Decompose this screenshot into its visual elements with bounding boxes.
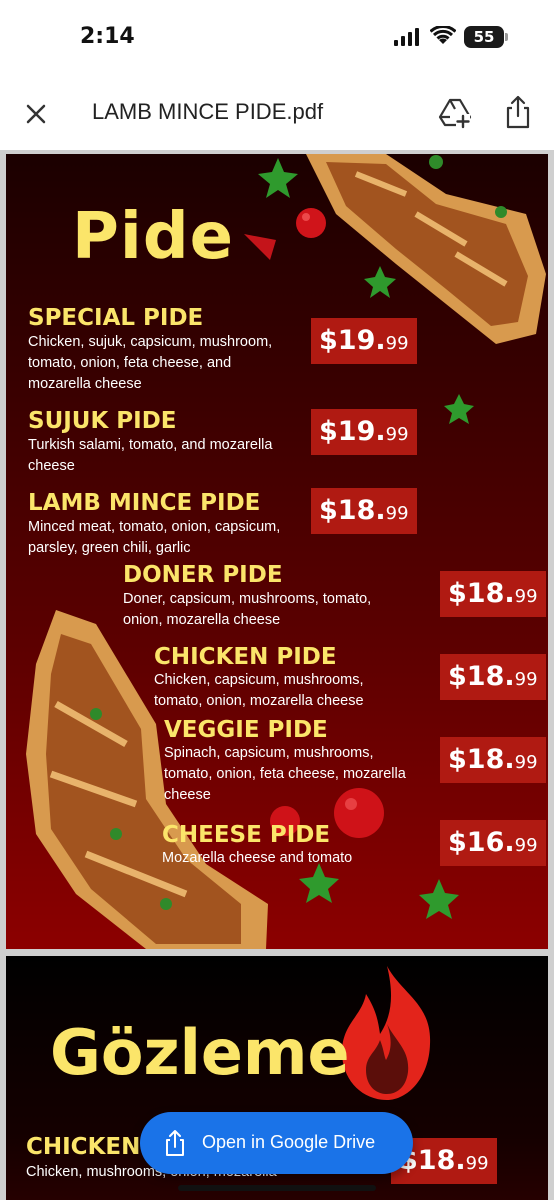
price-cents: 99 — [514, 752, 538, 773]
description-line: tomato, onion, feta cheese, and — [28, 355, 232, 371]
description-line: cheese — [28, 458, 75, 474]
price-badge: $16.99 — [440, 820, 546, 866]
tomato-slice-icon — [244, 234, 276, 260]
document-toolbar: LAMB MINCE PIDE.pdf — [0, 76, 554, 150]
description-line: onion, mozarella cheese — [123, 612, 281, 628]
home-indicator — [178, 1185, 376, 1191]
tomato-icon — [296, 208, 326, 238]
description-line: tomato, onion, feta cheese, mozarella — [164, 766, 406, 782]
description-line: Spinach, capsicum, mushrooms, — [164, 745, 374, 761]
menu-item-description: Chicken, sujuk, capsicum, mushroom, toma… — [28, 332, 272, 395]
price-cents: 99 — [514, 835, 538, 856]
menu-item-name: SPECIAL PIDE — [28, 305, 204, 331]
price-badge: $18.99 — [440, 654, 546, 700]
battery-indicator: 55 — [464, 26, 508, 48]
menu-item-name: CHEESE PIDE — [162, 822, 331, 848]
menu-item-description: Minced meat, tomato, onion, capsicum, pa… — [28, 517, 280, 559]
price-dollars: $18. — [448, 744, 515, 775]
price-dollars: $18. — [448, 578, 515, 609]
description-line: tomato, onion, mozarella cheese — [154, 693, 364, 709]
status-time: 2:14 — [80, 24, 135, 49]
price-badge: $18.99 — [440, 571, 546, 617]
price-dollars: $18. — [319, 495, 386, 526]
price-cents: 99 — [514, 669, 538, 690]
price-dollars: $19. — [319, 325, 386, 356]
parsley-icon — [444, 394, 474, 424]
price-dollars: $16. — [448, 827, 515, 858]
description-line: cheese — [164, 787, 211, 803]
wifi-icon — [430, 26, 456, 44]
close-icon[interactable] — [20, 98, 52, 130]
description-line: Chicken, sujuk, capsicum, mushroom, — [28, 334, 273, 350]
parsley-icon — [364, 266, 396, 298]
pide-photo-top-right — [306, 154, 546, 344]
description-line: mozarella cheese — [28, 376, 142, 392]
price-cents: 99 — [465, 1153, 489, 1174]
open-in-drive-label: Open in Google Drive — [202, 1132, 376, 1152]
menu-item-name: SUJUK PIDE — [28, 408, 177, 434]
open-in-drive-button[interactable]: Open in Google Drive — [140, 1112, 413, 1174]
price-cents: 99 — [385, 503, 409, 524]
menu-item-name: DONER PIDE — [123, 562, 283, 588]
price-dollars: $19. — [319, 416, 386, 447]
price-badge: $19.99 — [311, 409, 417, 455]
status-bar: 2:14 55 — [0, 0, 554, 76]
menu-item-description: Turkish salami, tomato, and mozarella ch… — [28, 435, 272, 477]
description-line: Chicken, capsicum, mushrooms, — [154, 672, 364, 688]
menu-item-name: LAMB MINCE PIDE — [28, 490, 261, 516]
price-cents: 99 — [514, 586, 538, 607]
open-external-icon — [166, 1130, 184, 1156]
menu-item-description: Doner, capsicum, mushrooms, tomato, onio… — [123, 589, 371, 631]
description-line: Doner, capsicum, mushrooms, tomato, — [123, 591, 372, 607]
price-badge: $19.99 — [311, 318, 417, 364]
description-line: Minced meat, tomato, onion, capsicum, — [28, 519, 281, 535]
add-to-drive-icon[interactable] — [438, 96, 472, 130]
pdf-page-pide: Pide SPECIAL PIDE Chicken, sujuk, capsic… — [6, 154, 548, 949]
pide-heading: Pide — [72, 200, 235, 274]
menu-item-name: VEGGIE PIDE — [164, 717, 328, 743]
menu-item-description: Mozarella cheese and tomato — [162, 848, 352, 869]
price-cents: 99 — [385, 333, 409, 354]
price-cents: 99 — [385, 424, 409, 445]
price-badge: $18.99 — [311, 488, 417, 534]
price-dollars: $18. — [448, 661, 515, 692]
description-line: Mozarella cheese and tomato — [162, 850, 353, 866]
description-line: parsley, green chili, garlic — [28, 540, 191, 556]
gozleme-heading: Gözleme — [50, 1016, 350, 1089]
cellular-signal-icon — [394, 28, 419, 46]
menu-item-description: Spinach, capsicum, mushrooms, tomato, on… — [164, 743, 406, 806]
menu-item-description: Chicken, capsicum, mushrooms, tomato, on… — [154, 670, 364, 712]
share-icon[interactable] — [500, 94, 536, 130]
document-title: LAMB MINCE PIDE.pdf — [92, 99, 324, 124]
menu-item-name: CHICKEN PIDE — [154, 644, 337, 670]
menu-item-name: CHICKEN — [26, 1134, 141, 1160]
pdf-viewer[interactable]: Pide SPECIAL PIDE Chicken, sujuk, capsic… — [0, 150, 554, 1200]
parsley-icon — [258, 158, 298, 198]
parsley-icon — [419, 879, 459, 919]
description-line: Turkish salami, tomato, and mozarella — [28, 437, 273, 453]
price-badge: $18.99 — [440, 737, 546, 783]
